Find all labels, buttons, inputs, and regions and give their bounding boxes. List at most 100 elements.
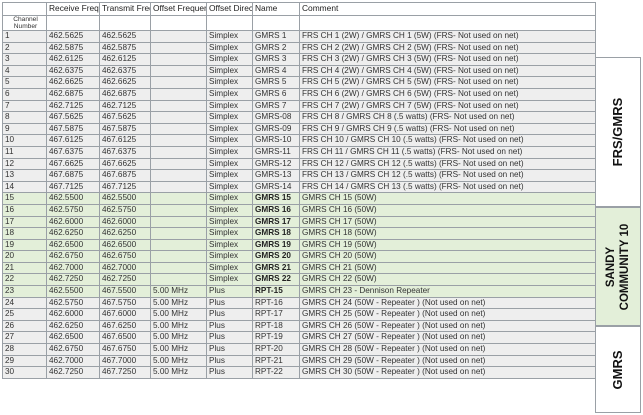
offset-frequency-cell[interactable]: [150, 250, 207, 263]
offset-direction-cell[interactable]: Plus: [206, 331, 253, 345]
receive-frequency-cell[interactable]: 462.5750: [46, 296, 100, 310]
channel-name-cell[interactable]: GMRS 18: [252, 227, 300, 240]
transmit-frequency-cell[interactable]: 462.6375: [99, 64, 151, 78]
receive-frequency-cell[interactable]: 462.7250: [46, 366, 100, 379]
channel-name-cell[interactable]: RPT-18: [252, 319, 300, 333]
channel-name-cell[interactable]: RPT-16: [252, 296, 300, 310]
channel-name-cell[interactable]: RPT-17: [252, 308, 300, 321]
comment-cell[interactable]: FRS CH 10 / GMRS CH 10 (.5 watts) (FRS- …: [299, 134, 596, 147]
receive-header[interactable]: Receive Frequency: [46, 2, 100, 16]
comment-cell[interactable]: FRS CH 4 (2W) / GMRS CH 4 (5W) (FRS- Not…: [299, 64, 596, 78]
channel-number-header[interactable]: Channel Number: [2, 15, 47, 31]
channel-name-cell[interactable]: RPT-19: [252, 331, 300, 345]
transmit-frequency-cell[interactable]: 467.5750: [99, 296, 151, 310]
offset-direction-cell[interactable]: Simplex: [206, 30, 253, 43]
channel-name-cell[interactable]: GMRS 3: [252, 53, 300, 66]
transmit-frequency-cell[interactable]: 467.5625: [99, 111, 151, 124]
receive-frequency-cell[interactable]: 467.6375: [46, 145, 100, 159]
channel-number-cell[interactable]: 25: [2, 308, 47, 321]
transmit-frequency-cell[interactable]: 467.6375: [99, 145, 151, 159]
offset-direction-cell[interactable]: Simplex: [206, 64, 253, 78]
receive-frequency-cell[interactable]: 462.6625: [46, 76, 100, 89]
channel-number-cell[interactable]: 28: [2, 343, 47, 356]
offset-direction-header[interactable]: Offset Direction: [206, 2, 253, 16]
receive-frequency-cell[interactable]: 467.6875: [46, 169, 100, 182]
channel-number-cell[interactable]: 11: [2, 145, 47, 159]
offset-frequency-cell[interactable]: 5.00 MHz: [150, 354, 207, 368]
comment-cell[interactable]: GMRS CH 17 (50W): [299, 215, 596, 229]
offset-frequency-cell[interactable]: [150, 30, 207, 43]
channel-number-cell[interactable]: 7: [2, 99, 47, 113]
channel-number-cell[interactable]: 26: [2, 319, 47, 333]
offset-frequency-cell[interactable]: [150, 122, 207, 136]
channel-number-cell[interactable]: 22: [2, 273, 47, 287]
transmit-frequency-cell[interactable]: 462.6250: [99, 227, 151, 240]
offset-direction-cell[interactable]: Simplex: [206, 169, 253, 182]
transmit-frequency-cell[interactable]: 462.6500: [99, 238, 151, 252]
comment-cell[interactable]: FRS CH 2 (2W) / GMRS CH 2 (5W) (FRS- Not…: [299, 41, 596, 55]
transmit-frequency-cell[interactable]: 462.6750: [99, 250, 151, 263]
offset-direction-cell[interactable]: Simplex: [206, 215, 253, 229]
channel-name-cell[interactable]: RPT-15: [252, 285, 300, 298]
empty-cell[interactable]: [46, 15, 100, 31]
offset-frequency-cell[interactable]: [150, 180, 207, 194]
channel-name-cell[interactable]: GMRS-14: [252, 180, 300, 194]
receive-frequency-cell[interactable]: 462.7250: [46, 273, 100, 287]
offset-direction-cell[interactable]: Simplex: [206, 238, 253, 252]
channel-number-cell[interactable]: 29: [2, 354, 47, 368]
channel-number-cell[interactable]: 8: [2, 111, 47, 124]
transmit-frequency-cell[interactable]: 462.6875: [99, 87, 151, 101]
transmit-frequency-cell[interactable]: 462.7125: [99, 99, 151, 113]
transmit-frequency-cell[interactable]: 467.6000: [99, 308, 151, 321]
offset-frequency-cell[interactable]: 5.00 MHz: [150, 285, 207, 298]
receive-frequency-cell[interactable]: 467.6125: [46, 134, 100, 147]
channel-name-cell[interactable]: GMRS-10: [252, 134, 300, 147]
comment-cell[interactable]: GMRS CH 15 (50W): [299, 192, 596, 205]
receive-frequency-cell[interactable]: 462.5875: [46, 41, 100, 55]
comment-cell[interactable]: FRS CH 5 (2W) / GMRS CH 5 (5W) (FRS- Not…: [299, 76, 596, 89]
channel-number-cell[interactable]: 9: [2, 122, 47, 136]
offset-direction-cell[interactable]: Simplex: [206, 273, 253, 287]
offset-direction-cell[interactable]: Plus: [206, 366, 253, 379]
receive-frequency-cell[interactable]: 462.5500: [46, 192, 100, 205]
transmit-frequency-cell[interactable]: 467.7000: [99, 354, 151, 368]
offset-direction-cell[interactable]: Simplex: [206, 227, 253, 240]
receive-frequency-cell[interactable]: 467.5875: [46, 122, 100, 136]
comment-cell[interactable]: GMRS CH 28 (50W - Repeater ) (Not used o…: [299, 343, 596, 356]
offset-frequency-cell[interactable]: [150, 99, 207, 113]
offset-frequency-cell[interactable]: [150, 145, 207, 159]
offset-frequency-cell[interactable]: [150, 203, 207, 217]
channel-name-cell[interactable]: GMRS-08: [252, 111, 300, 124]
receive-frequency-cell[interactable]: 462.6500: [46, 238, 100, 252]
transmit-frequency-cell[interactable]: 462.6000: [99, 215, 151, 229]
transmit-frequency-cell[interactable]: 462.6125: [99, 53, 151, 66]
receive-frequency-cell[interactable]: 467.7125: [46, 180, 100, 194]
channel-number-cell[interactable]: 5: [2, 76, 47, 89]
comment-cell[interactable]: GMRS CH 26 (50W - Repeater ) (Not used o…: [299, 319, 596, 333]
offset-frequency-cell[interactable]: [150, 87, 207, 101]
transmit-header[interactable]: Transmit Frequency: [99, 2, 151, 16]
comment-cell[interactable]: FRS CH 13 / GMRS CH 12 (.5 watts) (FRS- …: [299, 169, 596, 182]
channel-name-cell[interactable]: RPT-21: [252, 354, 300, 368]
empty-cell[interactable]: [252, 15, 300, 31]
channel-name-cell[interactable]: GMRS 6: [252, 87, 300, 101]
receive-frequency-cell[interactable]: 462.6125: [46, 53, 100, 66]
offset-direction-cell[interactable]: Simplex: [206, 41, 253, 55]
channel-name-cell[interactable]: GMRS 19: [252, 238, 300, 252]
transmit-frequency-cell[interactable]: 467.7250: [99, 366, 151, 379]
offset-frequency-cell[interactable]: 5.00 MHz: [150, 331, 207, 345]
receive-frequency-cell[interactable]: 467.5625: [46, 111, 100, 124]
comment-cell[interactable]: FRS CH 11 / GMRS CH 11 (.5 watts) (FRS- …: [299, 145, 596, 159]
offset-frequency-cell[interactable]: [150, 157, 207, 171]
channel-name-cell[interactable]: GMRS 16: [252, 203, 300, 217]
channel-number-cell[interactable]: 15: [2, 192, 47, 205]
comment-cell[interactable]: GMRS CH 18 (50W): [299, 227, 596, 240]
channel-number-cell[interactable]: 20: [2, 250, 47, 263]
transmit-frequency-cell[interactable]: 462.5500: [99, 192, 151, 205]
channel-number-cell[interactable]: 6: [2, 87, 47, 101]
empty-cell[interactable]: [299, 15, 596, 31]
receive-frequency-cell[interactable]: 462.6250: [46, 319, 100, 333]
offset-frequency-header[interactable]: Offset Frequency: [150, 2, 207, 16]
channel-number-cell[interactable]: 23: [2, 285, 47, 298]
receive-frequency-cell[interactable]: 462.6000: [46, 215, 100, 229]
